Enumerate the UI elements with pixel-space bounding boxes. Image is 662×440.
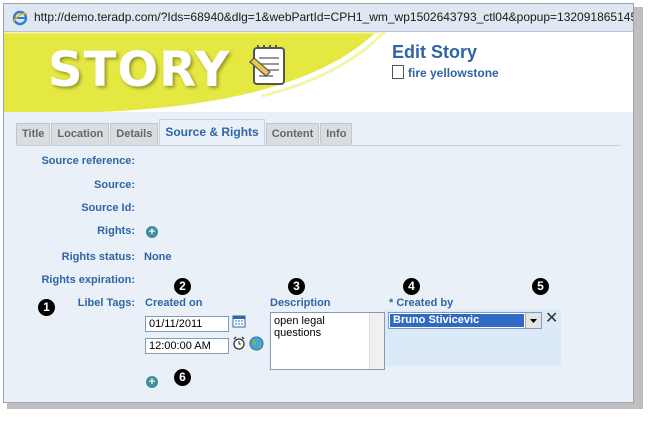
- rights-status-value: None: [144, 251, 172, 263]
- page-banner: STORY Edit Story fire yellowstone: [4, 32, 633, 112]
- created-by-select[interactable]: Bruno Stivicevic: [388, 312, 542, 329]
- story-name: fire yellowstone: [392, 65, 499, 80]
- edit-panel: Title Location Details Source & Rights C…: [4, 112, 633, 402]
- address-bar[interactable]: http://demo.teradp.com/?Ids=68940&dlg=1&…: [4, 4, 633, 32]
- libel-tags-label: Libel Tags:: [77, 297, 135, 309]
- chevron-down-icon[interactable]: [525, 313, 541, 328]
- close-icon[interactable]: ✕: [545, 311, 558, 327]
- tab-title[interactable]: Title: [16, 123, 51, 145]
- globe-icon[interactable]: [249, 336, 264, 351]
- rights-label: Rights:: [97, 225, 135, 237]
- date-input[interactable]: 01/11/2011: [145, 316, 229, 332]
- callout-3: 3: [288, 278, 305, 295]
- add-rights-button[interactable]: +: [146, 226, 158, 238]
- description-text: open legal questions: [274, 315, 325, 339]
- callout-6: 6: [174, 369, 191, 386]
- callout-1: 1: [38, 299, 55, 316]
- alarm-clock-icon[interactable]: [232, 336, 246, 350]
- callout-4: 4: [403, 278, 420, 295]
- callout-2: 2: [174, 278, 191, 295]
- tab-content[interactable]: Content: [265, 123, 320, 145]
- add-libel-tag-button[interactable]: +: [146, 376, 158, 388]
- url-text[interactable]: http://demo.teradp.com/?Ids=68940&dlg=1&…: [34, 10, 633, 24]
- tab-details[interactable]: Details: [110, 123, 159, 145]
- page-title: Edit Story: [392, 42, 478, 62]
- tab-divider: [16, 145, 621, 146]
- source-label: Source:: [94, 179, 135, 191]
- created-on-header: Created on: [145, 297, 203, 309]
- rights-status-label: Rights status:: [61, 251, 135, 263]
- callout-5: 5: [532, 278, 549, 295]
- time-input[interactable]: 12:00:00 AM: [145, 338, 229, 354]
- created-by-header: * Created by: [389, 297, 454, 309]
- source-reference-label: Source reference:: [41, 155, 135, 167]
- story-logo: STORY: [48, 42, 231, 98]
- description-header: Description: [270, 297, 331, 309]
- created-by-value: Bruno Stivicevic: [390, 314, 524, 327]
- tab-source-rights[interactable]: Source & Rights: [159, 119, 265, 146]
- popup-window: http://demo.teradp.com/?Ids=68940&dlg=1&…: [3, 3, 634, 403]
- tab-info[interactable]: Info: [320, 123, 353, 145]
- document-icon: [392, 65, 404, 79]
- source-id-label: Source Id:: [81, 202, 135, 214]
- tab-location[interactable]: Location: [51, 123, 110, 145]
- description-scrollbar[interactable]: [369, 313, 384, 369]
- ie-icon: [12, 10, 28, 26]
- story-name-text: fire yellowstone: [408, 66, 499, 80]
- notepad-icon: [249, 45, 285, 85]
- rights-expiration-label: Rights expiration:: [41, 274, 135, 286]
- calendar-icon[interactable]: [232, 314, 246, 328]
- tab-bar: Title Location Details Source & Rights C…: [16, 119, 353, 146]
- description-textarea[interactable]: open legal questions: [270, 312, 385, 370]
